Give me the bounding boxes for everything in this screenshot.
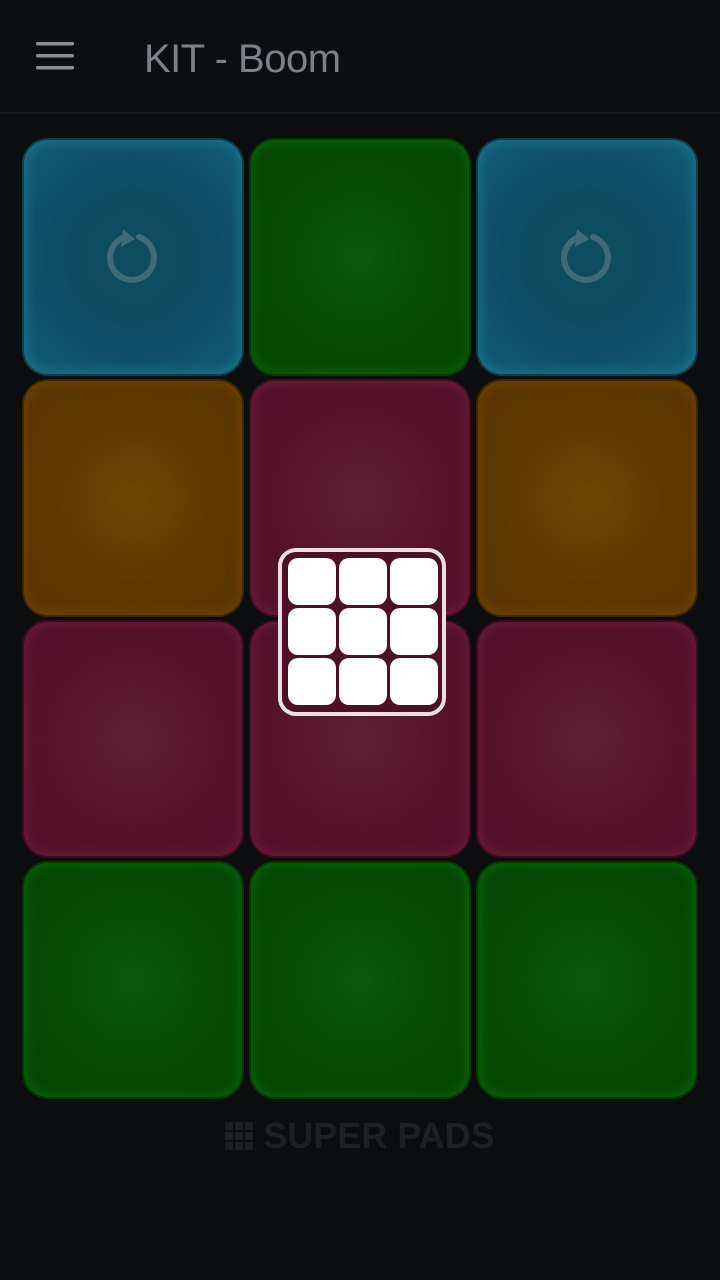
pad-2[interactable]	[251, 140, 469, 374]
pad-9[interactable]	[478, 622, 696, 856]
brand-logo: SUPER PADS	[0, 1112, 720, 1160]
pad-6[interactable]	[478, 381, 696, 615]
brand-label: SUPER PADS	[263, 1115, 495, 1156]
kit-title: KIT - Boom	[144, 37, 341, 81]
loop-icon	[561, 229, 611, 283]
menu-button[interactable]	[22, 26, 90, 86]
pad-11[interactable]	[251, 863, 469, 1097]
hamburger-menu-icon	[36, 42, 74, 70]
pad-3[interactable]	[478, 140, 696, 374]
pad-4[interactable]	[24, 381, 242, 615]
pad-12[interactable]	[478, 863, 696, 1097]
top-bar: KIT - Boom	[0, 0, 720, 114]
pad-1[interactable]	[24, 140, 242, 374]
pad-grid-toggle-button[interactable]	[278, 548, 446, 716]
pad-10[interactable]	[24, 863, 242, 1097]
app-screen: KIT - Boom SUPER PADS	[0, 0, 720, 1280]
grid-icon	[225, 1122, 254, 1150]
pad-7[interactable]	[24, 622, 242, 856]
loop-icon	[107, 229, 157, 283]
